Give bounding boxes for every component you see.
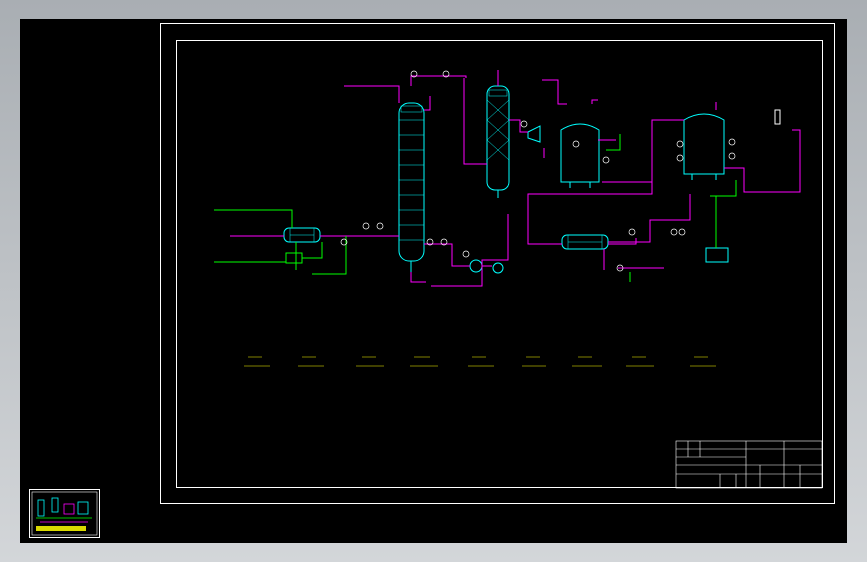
equipment-tag-row — [244, 356, 716, 367]
storage-tank-2[interactable] — [683, 113, 725, 180]
bottoms-pump[interactable] — [492, 262, 504, 274]
absorber-column[interactable] — [486, 85, 510, 198]
heat-exchanger-2[interactable] — [561, 234, 609, 250]
condenser[interactable] — [527, 125, 541, 143]
distillation-column[interactable] — [398, 102, 425, 272]
instrument-bubbles[interactable] — [340, 70, 736, 272]
vent-stack — [774, 109, 781, 125]
heat-exchanger-1[interactable] — [283, 227, 321, 243]
reflux-pump[interactable] — [469, 259, 483, 273]
title-block[interactable] — [675, 440, 823, 489]
storage-tank-1[interactable] — [560, 123, 600, 188]
process-flow-diagram — [214, 70, 823, 489]
steam-trap — [285, 252, 303, 264]
process-lines — [230, 70, 801, 287]
receiver-vessel[interactable] — [705, 247, 729, 263]
